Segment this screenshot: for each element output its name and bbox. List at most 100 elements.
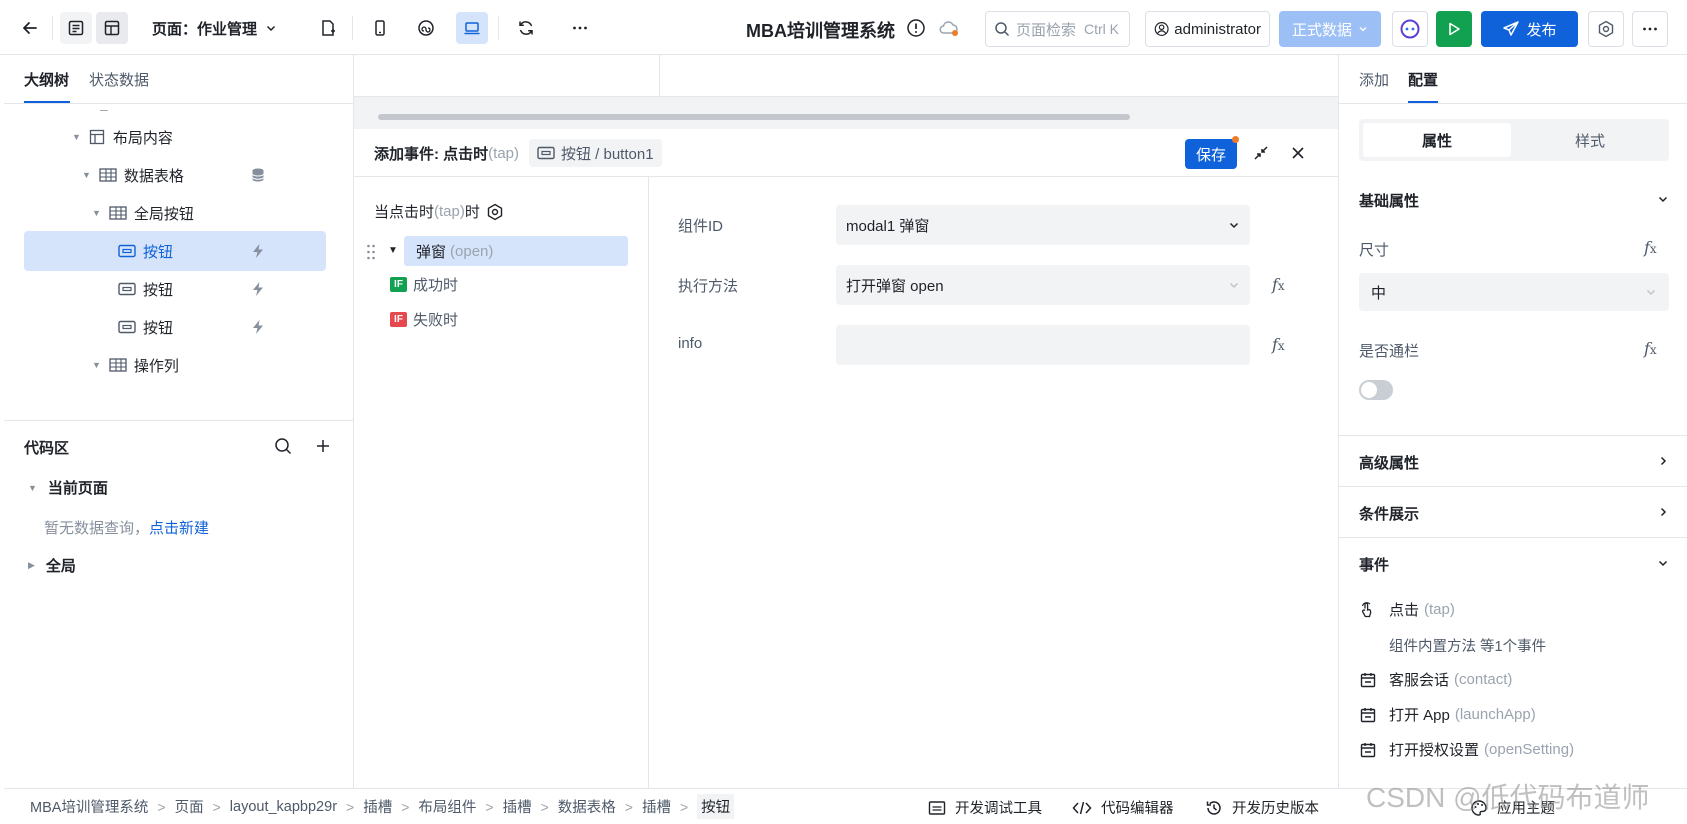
- more-icon[interactable]: [564, 12, 596, 44]
- chevron-right-icon[interactable]: [1657, 506, 1669, 518]
- calendar-event-icon: [1360, 742, 1376, 757]
- lightning-event-icon[interactable]: [250, 281, 266, 297]
- tab-state-data[interactable]: 状态数据: [89, 69, 149, 90]
- tree-node-action-column[interactable]: ▼ 操作列: [24, 345, 326, 385]
- segment-styles[interactable]: 样式: [1515, 123, 1665, 157]
- advanced-properties-title[interactable]: 高级属性: [1359, 452, 1419, 473]
- debug-panel-icon: [928, 800, 946, 815]
- tab-add[interactable]: 添加: [1359, 69, 1389, 90]
- exec-method-select[interactable]: 打开弹窗 open: [836, 265, 1250, 305]
- breadcrumb-item[interactable]: 插槽: [503, 796, 532, 817]
- database-icon[interactable]: [250, 167, 266, 183]
- cloud-sync-icon[interactable]: [938, 19, 960, 37]
- info-icon[interactable]: [906, 18, 926, 38]
- tree-node-data-table[interactable]: ▼ 数据表格: [24, 155, 326, 195]
- action-node-open-modal[interactable]: 弹窗 (open): [404, 236, 628, 266]
- desktop-preview-icon[interactable]: [456, 12, 488, 44]
- back-arrow-icon[interactable]: [14, 12, 46, 44]
- chevron-down-icon: [1359, 27, 1367, 32]
- layout-template-icon[interactable]: [96, 12, 128, 44]
- new-page-icon[interactable]: [312, 12, 344, 44]
- data-env-select[interactable]: 正式数据: [1279, 11, 1381, 47]
- tree-node-global-buttons[interactable]: ▼ 全局按钮: [24, 193, 326, 233]
- close-icon[interactable]: [1289, 144, 1307, 162]
- banner-toggle[interactable]: [1359, 380, 1393, 400]
- code-current-page[interactable]: ▼ 当前页面: [28, 477, 108, 498]
- publish-button[interactable]: 发布: [1481, 11, 1578, 47]
- tree-node-layout-content[interactable]: ▼ 布局内容: [24, 117, 326, 157]
- horizontal-scrollbar[interactable]: [378, 114, 1130, 120]
- dev-debug-tool-button[interactable]: 开发调试工具: [928, 797, 1042, 818]
- page-selector[interactable]: 页面：作业管理: [152, 17, 277, 39]
- events-title[interactable]: 事件: [1359, 554, 1389, 575]
- breadcrumb-item[interactable]: 插槽: [363, 796, 392, 817]
- breadcrumb-item[interactable]: layout_kapbp29r: [230, 799, 337, 815]
- miniprogram-preview-icon[interactable]: [410, 12, 442, 44]
- event-item-open-setting[interactable]: 打开授权设置 (openSetting): [1359, 739, 1574, 760]
- ai-assistant-button[interactable]: [1392, 11, 1428, 47]
- ai-assistant-icon: [1400, 19, 1420, 39]
- app-title: MBA培训管理系统: [746, 21, 895, 41]
- event-item-launch-app[interactable]: 打开 App (launchApp): [1359, 704, 1536, 725]
- run-preview-button[interactable]: [1436, 11, 1472, 47]
- field-label-info: info: [678, 335, 703, 352]
- settings-button[interactable]: [1588, 11, 1624, 47]
- button-component-icon: [537, 146, 555, 160]
- condition-display-title[interactable]: 条件展示: [1359, 503, 1419, 524]
- component-id-select[interactable]: modal1 弹窗: [836, 205, 1250, 245]
- create-query-link[interactable]: 点击新建: [149, 520, 209, 537]
- event-item-tap[interactable]: 点击 (tap): [1359, 599, 1455, 620]
- add-code-icon[interactable]: [314, 437, 332, 455]
- event-name: 客服会话: [1389, 672, 1450, 689]
- breadcrumb-item[interactable]: MBA培训管理系统: [30, 796, 148, 817]
- chevron-down-icon[interactable]: [1657, 193, 1669, 205]
- collapse-icon[interactable]: [1252, 144, 1270, 162]
- breadcrumb-item[interactable]: 页面: [175, 796, 204, 817]
- tab-outline-tree[interactable]: 大纲树: [24, 69, 69, 90]
- page-list-icon[interactable]: [60, 12, 92, 44]
- lightning-event-icon[interactable]: [250, 319, 266, 335]
- fx-formula-icon[interactable]: fx: [1644, 238, 1657, 257]
- size-value: 中: [1371, 284, 1387, 302]
- caret-down-icon[interactable]: ▼: [388, 245, 398, 256]
- breadcrumb-item[interactable]: 布局组件: [418, 796, 476, 817]
- user-menu[interactable]: administrator: [1145, 11, 1270, 47]
- mobile-preview-icon[interactable]: [364, 12, 396, 44]
- info-input[interactable]: [836, 325, 1250, 365]
- button-component-icon: [118, 282, 136, 296]
- drag-handle-icon[interactable]: [366, 243, 376, 261]
- basic-properties-title[interactable]: 基础属性: [1359, 190, 1419, 211]
- event-code: (tap): [1424, 601, 1455, 618]
- breadcrumb-item-current[interactable]: 按钮: [697, 794, 735, 819]
- global-label: 全局: [45, 558, 76, 575]
- fx-formula-icon[interactable]: fx: [1272, 275, 1285, 294]
- event-item-contact[interactable]: 客服会话 (contact): [1359, 669, 1512, 690]
- breadcrumb-item[interactable]: 数据表格: [558, 796, 616, 817]
- size-select[interactable]: 中: [1359, 273, 1669, 311]
- code-editor-button[interactable]: 代码编辑器: [1072, 797, 1174, 818]
- tree-node-button[interactable]: 按钮: [24, 307, 326, 347]
- refresh-icon[interactable]: [510, 12, 542, 44]
- segment-properties[interactable]: 属性: [1363, 123, 1511, 157]
- branch-fail[interactable]: IF 失败时: [390, 309, 458, 330]
- button-component-icon: [118, 244, 136, 258]
- user-name: administrator: [1174, 20, 1261, 38]
- more-menu-button[interactable]: [1632, 11, 1668, 47]
- tab-config[interactable]: 配置: [1408, 69, 1438, 90]
- page-search-input[interactable]: 页面检索 Ctrl K: [985, 11, 1130, 47]
- breadcrumb-item[interactable]: 插槽: [642, 796, 671, 817]
- fx-formula-icon[interactable]: fx: [1272, 335, 1285, 354]
- tree-node-button-selected[interactable]: 按钮: [24, 231, 326, 271]
- tree-node-button[interactable]: 按钮: [24, 269, 326, 309]
- fx-formula-icon[interactable]: fx: [1644, 339, 1657, 358]
- chevron-down-icon[interactable]: [1657, 557, 1669, 569]
- branch-success[interactable]: IF 成功时: [390, 274, 458, 295]
- builtin-method-note[interactable]: 组件内置方法 等1个事件: [1389, 635, 1546, 656]
- chevron-right-icon[interactable]: [1657, 455, 1669, 467]
- save-event-button[interactable]: 保存: [1185, 139, 1237, 169]
- gear-icon[interactable]: [486, 203, 504, 221]
- code-global[interactable]: ▶ 全局: [28, 555, 76, 576]
- history-version-button[interactable]: 开发历史版本: [1205, 797, 1319, 818]
- search-code-icon[interactable]: [274, 437, 292, 455]
- lightning-event-icon[interactable]: [250, 243, 266, 259]
